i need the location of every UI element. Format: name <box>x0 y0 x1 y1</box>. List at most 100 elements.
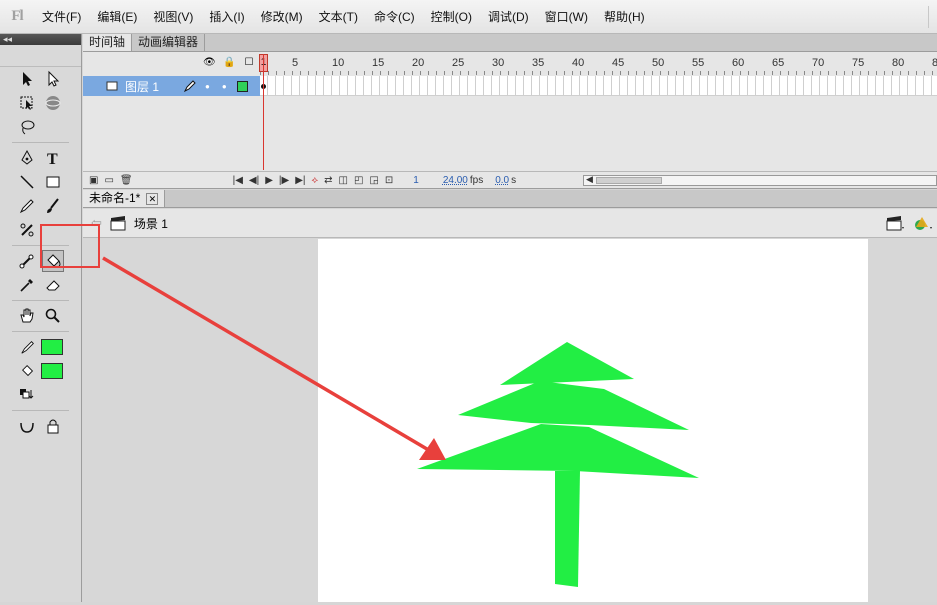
pen-icon <box>21 149 33 165</box>
eye-icon[interactable]: 👁 <box>203 57 216 68</box>
zoom-tool[interactable] <box>42 305 64 327</box>
3d-rotation-tool[interactable] <box>42 92 64 114</box>
tab-motion-editor[interactable]: 动画编辑器 <box>132 34 206 51</box>
center-frame-icon[interactable]: ⟡ <box>312 175 319 186</box>
free-transform-tool[interactable] <box>16 92 38 114</box>
current-frame-value[interactable]: 1 <box>413 175 419 186</box>
rectangle-tool[interactable] <box>42 171 64 193</box>
frame-tick <box>524 71 525 75</box>
frame-tick <box>356 71 357 75</box>
object-drawing-toggle[interactable] <box>16 415 38 437</box>
first-frame-icon[interactable]: |◀ <box>233 175 243 186</box>
time-value[interactable]: 0.0 <box>495 175 509 186</box>
onion-markers-icon[interactable]: ⊡ <box>385 175 393 186</box>
eraser-tool[interactable] <box>42 274 64 296</box>
eyedropper-tool[interactable] <box>16 274 38 296</box>
text-t-icon: T <box>47 151 58 167</box>
frame-tick <box>916 71 917 75</box>
layer-outline-color[interactable] <box>236 80 248 92</box>
collapse-icon[interactable]: ◂◂ <box>3 34 12 44</box>
lock-icon[interactable]: 🔒 <box>223 57 235 68</box>
subselection-tool[interactable] <box>42 68 64 90</box>
edit-scene-icon[interactable] <box>885 215 905 231</box>
delete-icon[interactable]: 🗑 <box>120 175 133 186</box>
snap-toggle[interactable] <box>42 415 64 437</box>
pencil-tool[interactable] <box>16 195 38 217</box>
tools-grip[interactable] <box>0 45 81 67</box>
frame-number-label: 75 <box>852 57 865 69</box>
menu-edit[interactable]: 编辑(E) <box>89 0 145 34</box>
fps-unit: fps <box>469 174 484 186</box>
outline-icon[interactable]: ☐ <box>243 57 255 68</box>
document-tab[interactable]: 未命名-1* ✕ <box>83 190 166 207</box>
tools-panel-header[interactable]: ◂◂ <box>0 34 81 45</box>
swap-colors-button[interactable] <box>16 384 38 406</box>
frame-tick <box>860 71 861 75</box>
edit-symbols-icon[interactable] <box>913 215 933 231</box>
last-frame-icon[interactable]: ▶| <box>295 175 305 186</box>
close-icon[interactable]: ✕ <box>146 192 159 205</box>
document-title: 未命名-1* <box>89 191 141 205</box>
new-layer-icon[interactable]: ▣ <box>89 175 98 186</box>
tab-timeline[interactable]: 时间轴 <box>83 34 133 51</box>
prev-frame-icon[interactable]: ◀| <box>249 175 259 186</box>
pen-tool[interactable] <box>16 147 38 169</box>
sphere-icon <box>45 96 61 110</box>
fill-color-swatch[interactable] <box>41 363 63 379</box>
frame-number-label: 60 <box>732 57 745 69</box>
stroke-color-swatch[interactable] <box>41 339 63 355</box>
onion-outline-icon[interactable]: ◰ <box>354 175 363 186</box>
hand-tool[interactable] <box>16 305 38 327</box>
layer-name-cell[interactable]: 图层 1 ● ● <box>83 76 260 96</box>
menu-debug[interactable]: 调试(D) <box>480 0 537 34</box>
menu-help[interactable]: 帮助(H) <box>596 0 653 34</box>
frame-tick <box>428 71 429 75</box>
next-frame-icon[interactable]: |▶ <box>279 175 289 186</box>
visibility-dot[interactable]: ● <box>205 82 210 91</box>
lock-dot[interactable]: ● <box>222 82 227 91</box>
menu-insert[interactable]: 插入(I) <box>201 0 252 34</box>
tree-trunk[interactable] <box>555 471 580 587</box>
tree-middle-tier[interactable] <box>458 381 689 430</box>
frame-ruler[interactable]: 5 10 15 20 25 30 35 40 45 50 55 60 65 70 75 80 8 <box>260 53 937 75</box>
timeline-panel: 时间轴 动画编辑器 👁 🔒 ☐ 5 10 15 20 25 30 35 40 45 50 55 60 6… <box>83 34 937 189</box>
frame-number-label: 35 <box>532 57 545 69</box>
frame-tick <box>764 71 765 75</box>
onion-skin-icon[interactable]: ◫ <box>339 175 348 186</box>
new-folder-icon[interactable]: ▭ <box>104 175 113 186</box>
menu-file[interactable]: 文件(F) <box>34 0 89 34</box>
brush-tool[interactable] <box>42 195 64 217</box>
edit-multiple-icon[interactable]: ◲ <box>369 175 378 186</box>
stage-canvas[interactable] <box>318 239 868 602</box>
hand-icon <box>20 308 34 323</box>
menu-text[interactable]: 文本(T) <box>311 0 366 34</box>
play-icon[interactable]: ▶ <box>265 175 273 186</box>
menu-commands[interactable]: 命令(C) <box>366 0 423 34</box>
scroll-left-icon[interactable]: ◀ <box>586 174 593 185</box>
frame-grid[interactable] <box>260 76 937 96</box>
fps-value[interactable]: 24.00 <box>443 175 468 186</box>
frame-tick <box>644 71 645 75</box>
loop-icon[interactable]: ⇄ <box>324 175 332 186</box>
frame-tick <box>300 71 301 75</box>
timeline-scrollbar[interactable]: ◀ <box>583 174 937 186</box>
lasso-tool[interactable] <box>16 116 38 138</box>
tree-bottom-tier[interactable] <box>417 424 699 478</box>
layer-name[interactable]: 图层 1 <box>125 78 159 95</box>
menu-view[interactable]: 视图(V) <box>145 0 201 34</box>
scroll-thumb[interactable] <box>596 177 662 184</box>
bone-tool[interactable] <box>16 250 38 272</box>
frame-tick <box>460 71 461 75</box>
frame-tick <box>324 71 325 75</box>
deco-tool[interactable] <box>16 219 38 241</box>
text-tool[interactable]: T <box>42 147 64 169</box>
frame-tick <box>444 71 445 75</box>
tree-top-tier[interactable] <box>500 342 634 385</box>
line-tool[interactable] <box>16 171 38 193</box>
menu-control[interactable]: 控制(O) <box>423 0 480 34</box>
tree-drawing[interactable] <box>318 239 868 602</box>
selection-tool[interactable] <box>16 68 38 90</box>
menu-window[interactable]: 窗口(W) <box>537 0 596 34</box>
menu-modify[interactable]: 修改(M) <box>253 0 311 34</box>
layer-row[interactable]: 图层 1 ● ● <box>83 76 937 96</box>
